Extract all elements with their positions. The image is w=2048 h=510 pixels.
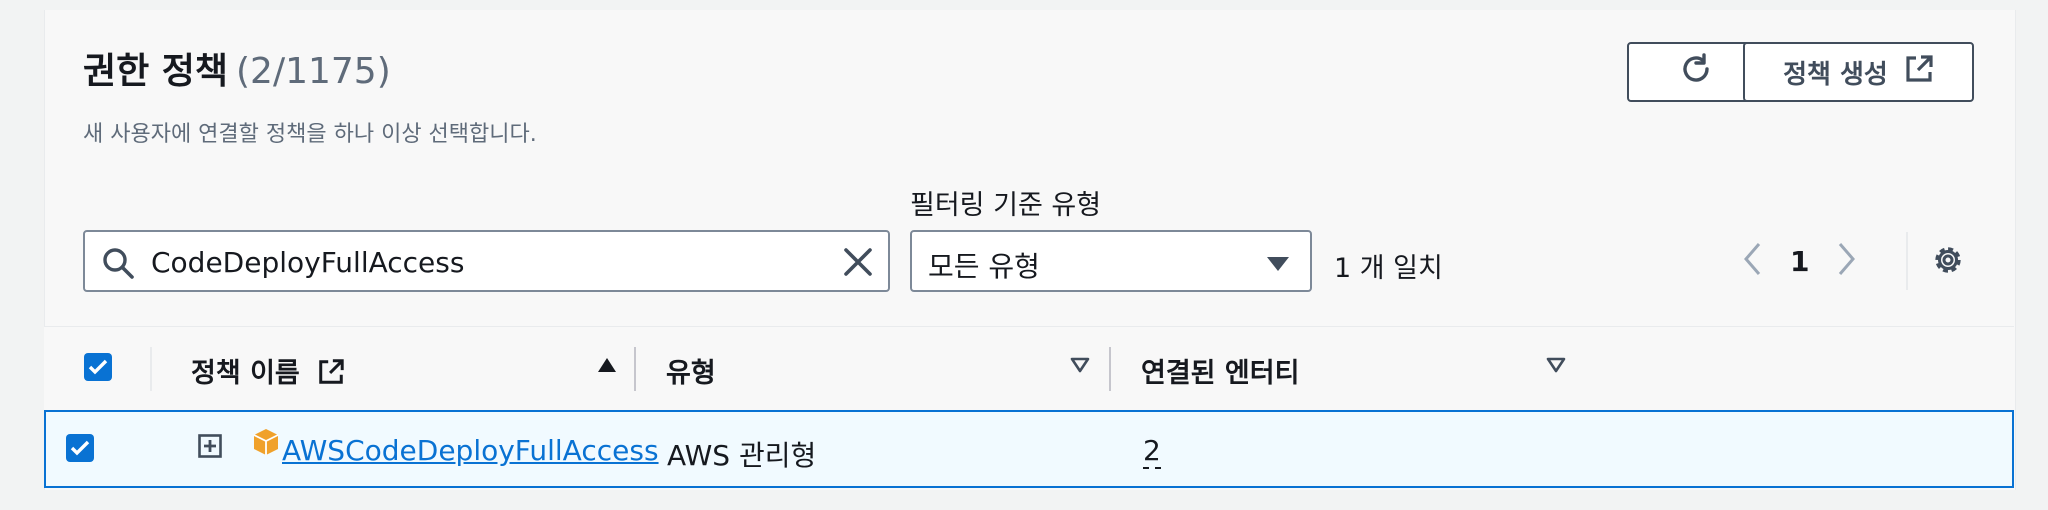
column-divider	[1109, 347, 1111, 391]
external-link-icon	[1904, 54, 1934, 91]
title-text: 권한 정책	[83, 51, 229, 92]
refresh-icon	[1678, 51, 1714, 94]
settings-gear-icon[interactable]	[1930, 242, 1966, 282]
search-icon	[101, 246, 135, 284]
select-all-checkbox[interactable]	[84, 353, 112, 381]
policy-name-link[interactable]: AWSCodeDeployFullAccess	[282, 434, 659, 467]
column-type[interactable]: 유형	[666, 351, 716, 390]
search-value: CodeDeployFullAccess	[151, 246, 465, 279]
type-filter-select[interactable]: 모든 유형	[910, 230, 1312, 292]
sort-icon[interactable]	[1546, 357, 1566, 377]
clear-icon[interactable]	[842, 246, 874, 282]
column-label: 정책 이름	[191, 358, 300, 389]
previous-page-icon[interactable]	[1742, 241, 1762, 281]
column-divider	[150, 347, 152, 391]
panel-description: 새 사용자에 연결할 정책을 하나 이상 선택합니다.	[83, 122, 537, 147]
column-policy-name[interactable]: 정책 이름	[191, 351, 345, 393]
panel-title: 권한 정책 (2/1175)	[83, 42, 391, 94]
next-page-icon[interactable]	[1837, 241, 1857, 281]
filter-type-label: 필터링 기준 유형	[910, 190, 1102, 221]
policy-type: AWS 관리형	[667, 439, 817, 472]
attached-entities-count[interactable]: 2	[1143, 434, 1161, 469]
caret-down-icon	[1266, 256, 1290, 276]
sort-ascending-icon[interactable]	[597, 357, 617, 377]
pagination: 1	[1742, 240, 1857, 282]
row-checkbox[interactable]	[66, 434, 94, 462]
search-input[interactable]: CodeDeployFullAccess	[83, 230, 890, 292]
match-count: 1 개 일치	[1334, 253, 1443, 284]
toolbar-divider	[1906, 232, 1908, 290]
column-divider	[634, 347, 636, 391]
aws-managed-policy-icon	[253, 428, 279, 460]
table-header: 정책 이름 유형 연결된 엔터티	[44, 326, 2014, 411]
current-page[interactable]: 1	[1790, 245, 1809, 278]
sort-icon[interactable]	[1070, 357, 1090, 377]
column-attached-entities[interactable]: 연결된 엔터티	[1141, 351, 1299, 390]
create-policy-button[interactable]: 정책 생성	[1743, 42, 1974, 102]
expand-plus-icon[interactable]	[198, 434, 222, 462]
type-filter-value: 모든 유형	[928, 250, 1040, 283]
title-count: (2/1175)	[236, 51, 391, 92]
external-link-icon	[317, 358, 345, 393]
table-row[interactable]: AWSCodeDeployFullAccess AWS 관리형 2	[44, 410, 2014, 488]
create-policy-label: 정책 생성	[1783, 59, 1888, 90]
